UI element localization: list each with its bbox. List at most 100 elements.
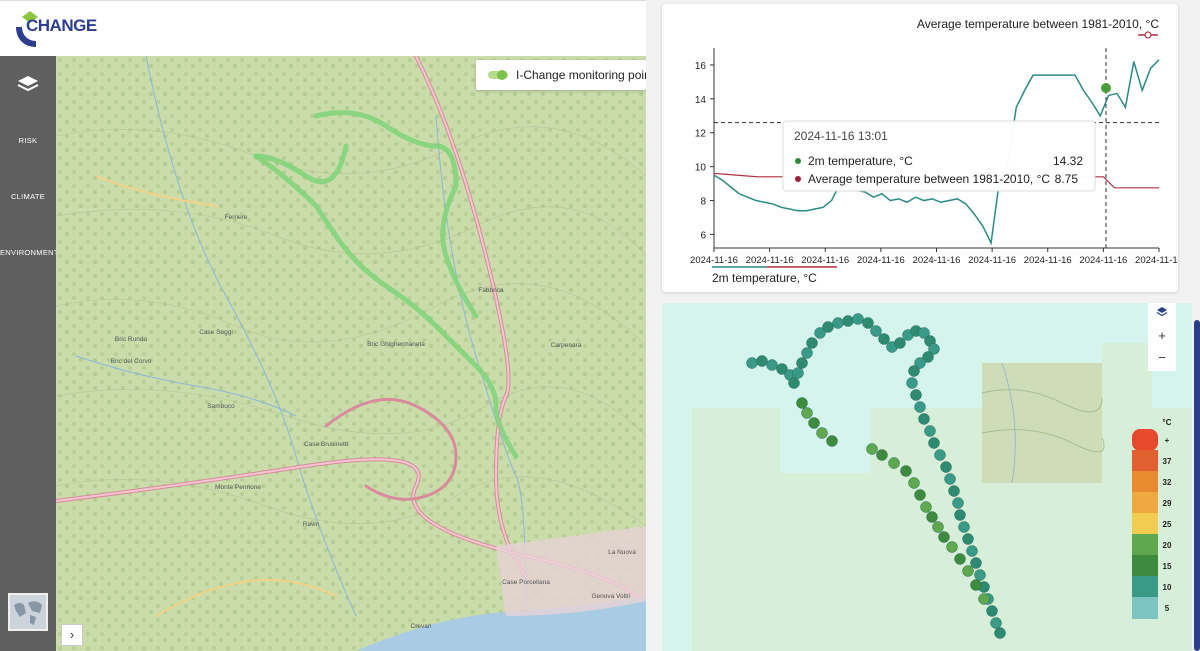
- route-point[interactable]: [756, 355, 768, 367]
- route-point[interactable]: [938, 531, 950, 543]
- route-point[interactable]: [954, 509, 966, 521]
- expand-button[interactable]: ›: [61, 624, 83, 646]
- route-point[interactable]: [788, 377, 800, 389]
- route-point[interactable]: [876, 449, 888, 461]
- route-point[interactable]: [796, 397, 808, 409]
- route-point[interactable]: [808, 417, 820, 429]
- legend-average-label: Average temperature between 1981-2010, °…: [917, 17, 1159, 31]
- colorbar-label: 20: [1163, 541, 1172, 550]
- route-point[interactable]: [986, 605, 998, 617]
- route-point[interactable]: [962, 533, 974, 545]
- colorbar-segment: [1132, 450, 1158, 472]
- route-point[interactable]: [994, 627, 1006, 639]
- colorbar-label: 29: [1163, 499, 1172, 508]
- map-canvas[interactable]: Case Soggi Bric Rundo Sambuco Case Brusi…: [56, 56, 646, 651]
- route-point[interactable]: [958, 521, 970, 533]
- x-tick-label: 2024-11-16: [690, 255, 738, 266]
- route-point[interactable]: [924, 425, 936, 437]
- route-point[interactable]: [908, 365, 920, 377]
- colorbar-segment: [1132, 576, 1158, 598]
- route-point[interactable]: [766, 359, 778, 371]
- route-point[interactable]: [948, 485, 960, 497]
- rail-item-risk[interactable]: RISK: [0, 136, 56, 145]
- place-label: Ferriere: [225, 214, 248, 221]
- route-point[interactable]: [918, 413, 930, 425]
- route-point[interactable]: [832, 317, 844, 329]
- route-point[interactable]: [906, 377, 918, 389]
- basemap-switcher[interactable]: [8, 593, 48, 631]
- route-point[interactable]: [826, 435, 838, 447]
- route-point[interactable]: [974, 569, 986, 581]
- place-label: Monte Pennone: [215, 484, 261, 491]
- zoom-in-button[interactable]: +: [1148, 325, 1176, 347]
- panel-scrollbar[interactable]: [1194, 320, 1200, 651]
- route-point[interactable]: [816, 427, 828, 439]
- layers-icon[interactable]: [16, 74, 40, 96]
- tooltip-row-avg-value: 8.75: [1055, 172, 1079, 186]
- route-point[interactable]: [796, 357, 808, 369]
- place-label: Fabbrica: [478, 287, 504, 294]
- y-tick-label: 10: [695, 163, 707, 174]
- hover-point: [1101, 83, 1111, 93]
- route-point[interactable]: [878, 333, 890, 345]
- route-point[interactable]: [870, 325, 882, 337]
- route-point[interactable]: [952, 497, 964, 509]
- colorbar-segment: [1132, 471, 1158, 493]
- route-point[interactable]: [962, 565, 974, 577]
- main-map[interactable]: Case Soggi Bric Rundo Sambuco Case Brusi…: [56, 56, 646, 651]
- route-point[interactable]: [822, 321, 834, 333]
- colorbar-segment: [1132, 513, 1158, 535]
- temperature-chart[interactable]: Average temperature between 1981-2010, °…: [662, 4, 1183, 292]
- route-point[interactable]: [978, 593, 990, 605]
- x-tick-label: 2024-11-16: [1024, 255, 1072, 266]
- rail-item-climate[interactable]: CLIMATE: [0, 192, 56, 201]
- route-point[interactable]: [894, 337, 906, 349]
- route-point[interactable]: [806, 337, 818, 349]
- route-point[interactable]: [746, 357, 758, 369]
- route-point[interactable]: [852, 313, 864, 325]
- route-point[interactable]: [801, 347, 813, 359]
- route-point[interactable]: [866, 443, 878, 455]
- route-point[interactable]: [908, 477, 920, 489]
- route-point[interactable]: [900, 465, 912, 477]
- route-point[interactable]: [862, 317, 874, 329]
- route-point[interactable]: [888, 457, 900, 469]
- route-point[interactable]: [792, 367, 804, 379]
- route-map-canvas[interactable]: °C +37 32 29 25 20 15 10 5: [662, 303, 1192, 651]
- route-point[interactable]: [946, 541, 958, 553]
- route-point[interactable]: [970, 557, 982, 569]
- colorbar-segment: [1132, 534, 1158, 556]
- route-temperature-map[interactable]: °C +37 32 29 25 20 15 10 5 + −: [662, 303, 1192, 651]
- route-point[interactable]: [910, 389, 922, 401]
- route-point[interactable]: [940, 461, 952, 473]
- layers-toggle-icon[interactable]: [1148, 303, 1176, 325]
- route-point[interactable]: [914, 489, 926, 501]
- rail-item-environment[interactable]: ENVIRONMENT: [0, 248, 58, 257]
- route-point[interactable]: [926, 511, 938, 523]
- route-point[interactable]: [944, 473, 956, 485]
- colorbar-segment: [1132, 555, 1158, 577]
- app-page: CHANGE RISK CLIMATE ENVIRONMENT Case Sog…: [0, 0, 1200, 651]
- route-point[interactable]: [842, 315, 854, 327]
- route-point[interactable]: [932, 521, 944, 533]
- terrain-tile: [981, 362, 1105, 484]
- monitoring-points-label: I-Change monitoring point: [516, 68, 655, 82]
- route-point[interactable]: [920, 501, 932, 513]
- route-point[interactable]: [928, 437, 940, 449]
- monitoring-points-toggle[interactable]: I-Change monitoring point: [476, 60, 654, 90]
- route-point[interactable]: [954, 553, 966, 565]
- colorbar-label: +: [1165, 436, 1170, 445]
- colorbar-segment: [1132, 597, 1158, 619]
- route-point[interactable]: [934, 449, 946, 461]
- colorbar-label: 37: [1163, 457, 1172, 466]
- zoom-out-button[interactable]: −: [1148, 347, 1176, 369]
- route-point[interactable]: [966, 545, 978, 557]
- place-label: La Nuova: [608, 549, 636, 556]
- temperature-chart-card: Average temperature between 1981-2010, °…: [662, 4, 1183, 292]
- route-point[interactable]: [990, 617, 1002, 629]
- route-point[interactable]: [801, 407, 813, 419]
- route-point[interactable]: [970, 579, 982, 591]
- tooltip-row-avg-label: Average temperature between 1981-2010, °…: [808, 172, 1050, 186]
- route-point[interactable]: [914, 401, 926, 413]
- colorbar-label: 10: [1163, 583, 1172, 592]
